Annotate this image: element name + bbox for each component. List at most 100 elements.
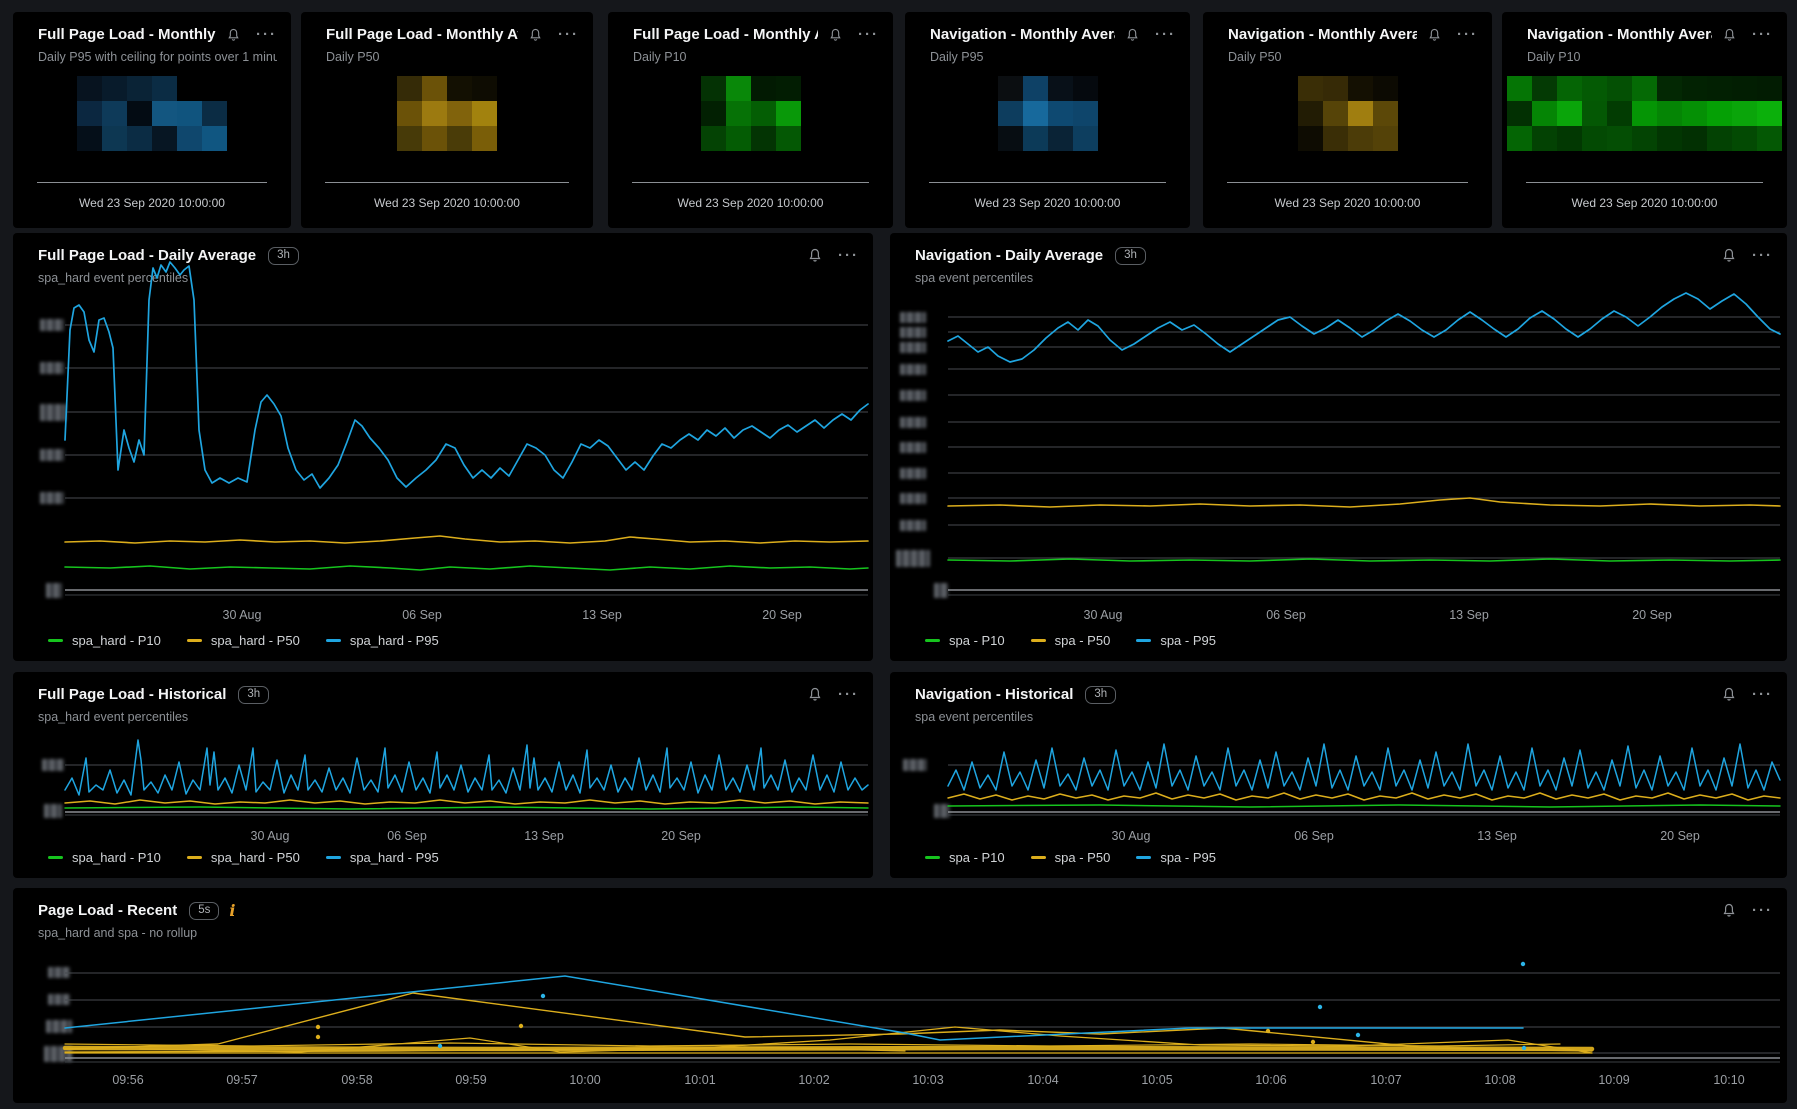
- heatmap-cell: [998, 126, 1023, 151]
- ellipsis-menu-icon[interactable]: ···: [838, 691, 859, 699]
- legend-item[interactable]: spa - P50: [1031, 850, 1111, 865]
- heatmap-p10-navigation[interactable]: [1502, 76, 1787, 151]
- heatmap-cell: [1657, 126, 1682, 151]
- heatmap-axis-line: [1526, 182, 1763, 183]
- heatmap-cell: [701, 126, 726, 151]
- heatmap-cell: [1048, 101, 1073, 126]
- ellipsis-menu-icon[interactable]: ···: [558, 31, 579, 39]
- heatmap-cell: [701, 76, 726, 101]
- ellipsis-menu-icon[interactable]: ···: [1155, 31, 1176, 39]
- panel-pageload-recent: Page Load - Recent 5s i ··· spa_hard and…: [13, 888, 1787, 1103]
- heatmap-cell: [127, 101, 152, 126]
- heatmap-cell: [1048, 126, 1073, 151]
- ellipsis-menu-icon[interactable]: ···: [256, 31, 277, 39]
- heatmap-p50-navigation[interactable]: [1203, 76, 1492, 151]
- legend-swatch-yellow: [1031, 639, 1046, 642]
- heatmap-cell: [1073, 76, 1098, 101]
- legend-item[interactable]: spa_hard - P95: [326, 633, 439, 648]
- heatmap-cell: [1657, 101, 1682, 126]
- panel-subtitle: Daily P50: [326, 50, 579, 64]
- panel-title: Full Page Load - Daily Average: [38, 247, 256, 264]
- legend-swatch-blue: [1136, 639, 1151, 642]
- x-axis-label: 20 Sep: [1632, 608, 1672, 622]
- heatmap-cell: [422, 76, 447, 101]
- heatmap-p10-fullpageload[interactable]: [608, 76, 893, 151]
- bell-icon[interactable]: [1721, 686, 1737, 703]
- x-axis-label: 30 Aug: [1084, 608, 1123, 622]
- redacted-y-axis-label: [40, 492, 64, 504]
- heatmap-cell: [1607, 76, 1632, 101]
- heatmap-date-label: Wed 23 Sep 2020 10:00:00: [13, 196, 291, 210]
- panel-subtitle: Daily P95: [930, 50, 1176, 64]
- ellipsis-menu-icon[interactable]: ···: [1752, 31, 1773, 39]
- heatmap-date-label: Wed 23 Sep 2020 10:00:00: [608, 196, 893, 210]
- legend-item[interactable]: spa_hard - P50: [187, 633, 300, 648]
- ellipsis-menu-icon[interactable]: ···: [838, 252, 859, 260]
- info-icon[interactable]: i: [229, 903, 235, 919]
- heatmap-p50-fullpageload[interactable]: [301, 76, 593, 151]
- legend-label: spa - P10: [949, 633, 1005, 648]
- heatmap-cell: [1298, 126, 1323, 151]
- x-axis-label: 13 Sep: [1477, 829, 1517, 843]
- bell-icon[interactable]: [1125, 27, 1140, 43]
- legend-label: spa - P50: [1055, 633, 1111, 648]
- heatmap-p95-fullpageload[interactable]: [13, 76, 291, 151]
- time-window-badge: 5s: [189, 902, 219, 920]
- legend-item[interactable]: spa - P95: [1136, 850, 1216, 865]
- heatmap-cell: [1373, 126, 1398, 151]
- heatmap-cell: [1298, 101, 1323, 126]
- legend-item[interactable]: spa - P95: [1136, 633, 1216, 648]
- redacted-y-axis-label: [900, 417, 926, 428]
- heatmap-cell: [397, 101, 422, 126]
- ellipsis-menu-icon[interactable]: ···: [1457, 31, 1478, 39]
- heatmap-cell: [1323, 101, 1348, 126]
- heatmap-cell: [152, 126, 177, 151]
- bell-icon[interactable]: [1722, 27, 1737, 43]
- heatmap-cell: [776, 126, 801, 151]
- bell-icon[interactable]: [528, 27, 543, 43]
- bell-icon[interactable]: [1721, 247, 1737, 264]
- legend-item[interactable]: spa - P10: [925, 850, 1005, 865]
- x-axis-label: 13 Sep: [524, 829, 564, 843]
- bell-icon[interactable]: [1427, 27, 1442, 43]
- x-axis-label: 09:58: [341, 1073, 372, 1087]
- panel-title: Full Page Load - Monthly Ave…: [38, 26, 216, 43]
- heatmap-grid: [77, 76, 227, 151]
- x-axis-label: 06 Sep: [387, 829, 427, 843]
- redacted-y-axis-label: [900, 520, 926, 531]
- legend-item[interactable]: spa - P50: [1031, 633, 1111, 648]
- bell-icon[interactable]: [226, 27, 241, 43]
- legend-item[interactable]: spa - P10: [925, 633, 1005, 648]
- heatmap-cell: [202, 101, 227, 126]
- ellipsis-menu-icon[interactable]: ···: [1752, 907, 1773, 915]
- legend-item[interactable]: spa_hard - P95: [326, 850, 439, 865]
- heatmap-cell: [1682, 76, 1707, 101]
- legend-item[interactable]: spa_hard - P50: [187, 850, 300, 865]
- heatmap-cell: [1323, 126, 1348, 151]
- heatmap-date-label: Wed 23 Sep 2020 10:00:00: [301, 196, 593, 210]
- ellipsis-menu-icon[interactable]: ···: [858, 31, 879, 39]
- panel-subtitle: spa_hard event percentiles: [38, 271, 859, 285]
- heatmap-cell: [998, 76, 1023, 101]
- ellipsis-menu-icon[interactable]: ···: [1752, 252, 1773, 260]
- heatmap-cell: [127, 126, 152, 151]
- heatmap-cell: [472, 101, 497, 126]
- bell-icon[interactable]: [807, 247, 823, 264]
- redacted-y-axis-label: [934, 583, 948, 598]
- heatmap-p95-navigation[interactable]: [905, 76, 1190, 151]
- legend-item[interactable]: spa_hard - P10: [48, 850, 161, 865]
- x-axis-label: 10:07: [1370, 1073, 1401, 1087]
- heatmap-cell: [1607, 126, 1632, 151]
- panel-subtitle: spa_hard event percentiles: [38, 710, 859, 724]
- legend-item[interactable]: spa_hard - P10: [48, 633, 161, 648]
- bell-icon[interactable]: [807, 686, 823, 703]
- legend-label: spa - P95: [1160, 633, 1216, 648]
- legend-label: spa - P10: [949, 850, 1005, 865]
- heatmap-cell: [1707, 126, 1732, 151]
- bell-icon[interactable]: [828, 27, 843, 43]
- ellipsis-menu-icon[interactable]: ···: [1752, 691, 1773, 699]
- redacted-y-axis-label: [896, 550, 930, 567]
- heatmap-cell: [1348, 101, 1373, 126]
- bell-icon[interactable]: [1721, 902, 1737, 919]
- heatmap-cell: [1682, 101, 1707, 126]
